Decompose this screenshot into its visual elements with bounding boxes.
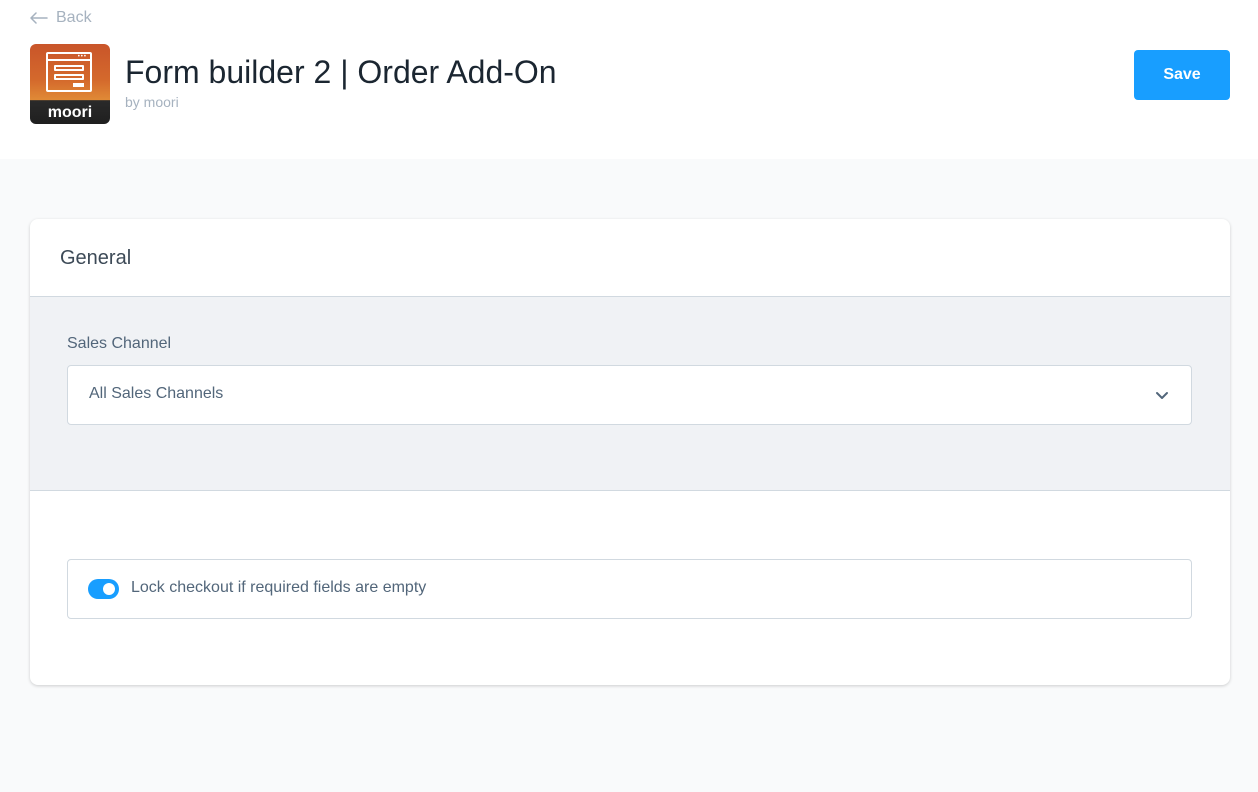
lock-checkout-label: Lock checkout if required fields are emp… bbox=[131, 579, 427, 596]
app-window-icon: ••• bbox=[46, 52, 92, 92]
page-title: Form builder 2 | Order Add-On bbox=[125, 54, 557, 90]
arrow-left-icon bbox=[30, 12, 48, 24]
app-icon-brand: moori bbox=[47, 104, 93, 121]
back-label: Back bbox=[56, 9, 92, 26]
options-section: Lock checkout if required fields are emp… bbox=[30, 491, 1230, 685]
card-header: General bbox=[30, 219, 1230, 297]
sales-channel-select[interactable]: All Sales Channels bbox=[67, 365, 1192, 425]
save-button[interactable]: Save bbox=[1134, 50, 1230, 100]
app-byline: by moori bbox=[125, 94, 179, 110]
lock-checkout-toggle[interactable] bbox=[88, 579, 119, 599]
card-title: General bbox=[60, 247, 132, 269]
toggle-knob bbox=[103, 583, 115, 595]
lock-checkout-field: Lock checkout if required fields are emp… bbox=[67, 559, 1192, 619]
top-bar: Back ••• moori Form builder 2 | Order Ad… bbox=[0, 0, 1258, 159]
chevron-down-icon bbox=[1156, 392, 1168, 399]
sales-channel-label: Sales Channel bbox=[67, 335, 172, 352]
sales-channel-value: All Sales Channels bbox=[89, 385, 224, 402]
app-icon: ••• moori bbox=[30, 44, 110, 124]
general-card: General Sales Channel All Sales Channels… bbox=[30, 219, 1230, 685]
back-link[interactable]: Back bbox=[30, 7, 92, 29]
sales-channel-section: Sales Channel All Sales Channels bbox=[30, 297, 1230, 491]
